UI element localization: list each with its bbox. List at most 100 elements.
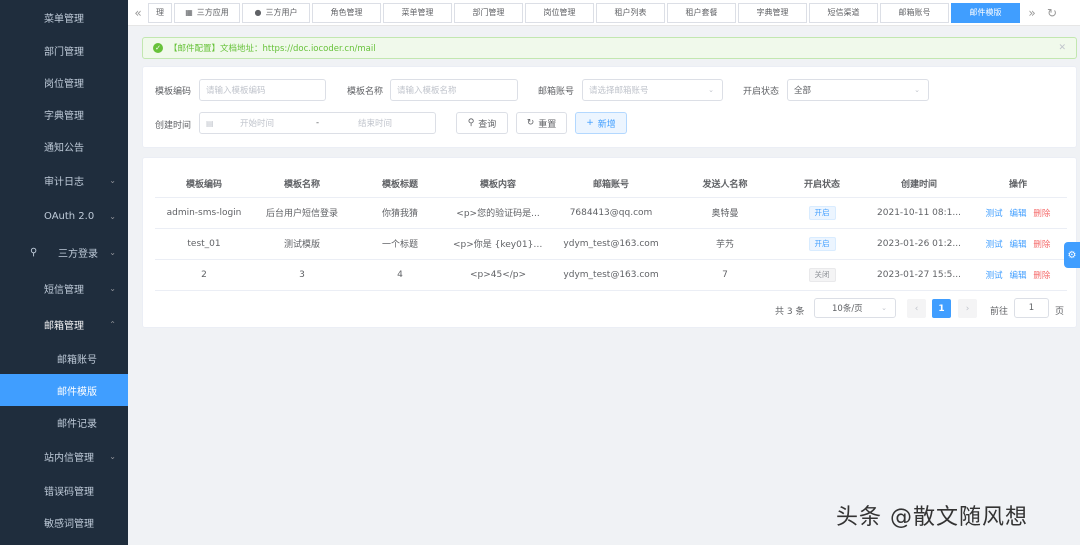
sidebar-item-label: 审计日志 (44, 176, 84, 188)
sidebar-item-label: 岗位管理 (44, 78, 84, 90)
chevron-down-icon: ⌄ (881, 304, 887, 312)
close-icon[interactable]: ✕ (1058, 43, 1066, 53)
tab-item[interactable]: 岗位管理 (525, 2, 594, 23)
delete-link[interactable]: 删除 (1033, 271, 1050, 281)
sidebar-item-mail-account[interactable]: 邮箱账号 (0, 342, 128, 374)
cell-actions: 测试 编辑 删除 (969, 259, 1067, 291)
table-header-row: 模板编码 模板名称 模板标题 模板内容 邮箱账号 发送人名称 开启状态 创建时间… (155, 171, 1067, 198)
tab-label: 菜单管理 (401, 8, 434, 17)
pagination-total: 共 3 条 (775, 307, 805, 317)
sidebar-item-notice[interactable]: 通知公告 (0, 130, 128, 162)
sidebar-item-social-login[interactable]: ⚲ 三方登录 ⌄ (0, 234, 128, 270)
tab-item[interactable]: 租户列表 (596, 2, 665, 23)
cell-create-time: 2021-10-11 08:1... (869, 197, 969, 229)
sidebar-item-sms[interactable]: 短信管理 ⌄ (0, 270, 128, 306)
page-number-current[interactable]: 1 (932, 299, 951, 318)
sidebar-item-error-code[interactable]: 错误码管理 (0, 474, 128, 506)
tab-item[interactable]: 字典管理 (738, 2, 807, 23)
test-link[interactable]: 测试 (986, 240, 1003, 250)
cell-account: ydym_test@163.com (547, 259, 675, 291)
delete-link[interactable]: 删除 (1033, 209, 1050, 219)
tab-item[interactable]: ● 三方用户 (242, 2, 310, 23)
edit-link[interactable]: 编辑 (1009, 240, 1026, 250)
reset-button[interactable]: ↻ 重置 (516, 112, 567, 134)
sidebar-item-mail[interactable]: 邮箱管理 ⌃ (0, 306, 128, 342)
sidebar-item-mail-template[interactable]: 邮件模版 (0, 374, 128, 406)
cell-status: 开启 (775, 228, 869, 260)
sidebar-item-dict[interactable]: 字典管理 (0, 98, 128, 130)
sidebar-item-notify[interactable]: 站内信管理 ⌄ (0, 438, 128, 474)
tab-item[interactable]: 短信渠道 (809, 2, 878, 23)
cell-sender: 芋艿 (675, 228, 775, 260)
account-label: 邮箱账号 (538, 87, 575, 97)
status-select[interactable]: 全部 ⌄ (787, 79, 929, 101)
cell-account: ydym_test@163.com (547, 228, 675, 260)
tab-item[interactable]: 角色管理 (312, 2, 381, 23)
refresh-icon: ↻ (526, 118, 535, 128)
settings-button[interactable]: ⚙ (1064, 242, 1080, 268)
tab-item[interactable]: ▦ 三方应用 (174, 2, 240, 23)
cell-account: 7684413@qq.com (547, 197, 675, 229)
next-page-button[interactable]: › (958, 299, 977, 318)
tab-item[interactable]: 理 (148, 2, 172, 23)
tab-item[interactable]: 邮箱账号 (880, 2, 949, 23)
query-button[interactable]: ⚲ 查询 (456, 112, 508, 134)
sidebar-item-sensitive-word[interactable]: 敏感词管理 (0, 506, 128, 538)
code-input[interactable]: 请输入模板编码 (199, 79, 326, 101)
success-icon: ✓ (153, 43, 163, 53)
tab-item[interactable]: 租户套餐 (667, 2, 736, 23)
sidebar-item-dept[interactable]: 部门管理 (0, 34, 128, 66)
page-size-select[interactable]: 10条/页 ⌄ (814, 298, 896, 318)
tab-label: 邮箱账号 (898, 8, 931, 17)
account-select[interactable]: 请选择邮箱账号 ⌄ (582, 79, 723, 101)
name-input[interactable]: 请输入模板名称 (390, 79, 518, 101)
sidebar-item-label: OAuth 2.0 (44, 210, 95, 222)
sidebar-item-label: 邮件模版 (57, 386, 97, 398)
tab-item[interactable]: 菜单管理 (383, 2, 452, 23)
end-placeholder: 结束时间 (358, 119, 393, 129)
refresh-icon[interactable]: ↻ (1042, 6, 1062, 20)
cell-name: 后台用户短信登录 (253, 197, 351, 229)
tab-item[interactable]: 部门管理 (454, 2, 523, 23)
goto-page-input[interactable]: 1 (1014, 298, 1049, 318)
test-link[interactable]: 测试 (986, 271, 1003, 281)
cell-name: 3 (253, 259, 351, 291)
tab-item-active[interactable]: 邮件模版 (951, 2, 1020, 23)
chevron-down-icon: ⌄ (109, 283, 116, 293)
cell-status: 开启 (775, 197, 869, 229)
chevron-down-icon: ⌄ (708, 86, 714, 94)
sidebar-item-menu[interactable]: 菜单管理 (0, 0, 128, 34)
tab-label: 字典管理 (756, 8, 789, 17)
delete-link[interactable]: 删除 (1033, 240, 1050, 250)
code-placeholder: 请输入模板编码 (206, 86, 266, 96)
sidebar-item-post[interactable]: 岗位管理 (0, 66, 128, 98)
sidebar-item-audit-log[interactable]: 审计日志 ⌄ (0, 162, 128, 198)
start-placeholder: 开始时间 (240, 119, 275, 129)
column-header: 模板编码 (155, 171, 253, 198)
sidebar-item-mail-log[interactable]: 邮件记录 (0, 406, 128, 438)
test-link[interactable]: 测试 (986, 209, 1003, 219)
sidebar-item-label: 通知公告 (44, 142, 84, 154)
chevron-down-icon: ⌄ (109, 211, 116, 221)
plus-icon: + (586, 118, 594, 128)
edit-link[interactable]: 编辑 (1009, 271, 1026, 281)
cell-code: 2 (155, 259, 253, 291)
column-header: 发送人名称 (675, 171, 775, 198)
tab-label: 理 (156, 8, 164, 17)
scroll-right-icon[interactable]: » (1022, 6, 1042, 20)
template-table: 模板编码 模板名称 模板标题 模板内容 邮箱账号 发送人名称 开启状态 创建时间… (155, 171, 1067, 291)
column-header: 模板内容 (449, 171, 547, 198)
code-label: 模板编码 (155, 87, 192, 97)
chevron-down-icon: ⌄ (109, 451, 116, 461)
tab-label: 邮件模版 (969, 8, 1002, 17)
table-row: 2 3 4 <p>45</p> ydym_test@163.com 7 关闭 2… (155, 259, 1067, 291)
scroll-left-icon[interactable]: « (128, 6, 148, 20)
sidebar-item-oauth[interactable]: OAuth 2.0 ⌄ (0, 198, 128, 234)
add-button[interactable]: + 新增 (575, 112, 627, 134)
prev-page-button[interactable]: ‹ (907, 299, 926, 318)
name-placeholder: 请输入模板名称 (397, 86, 457, 96)
date-range-picker[interactable]: ▤ 开始时间 - 结束时间 (199, 112, 436, 134)
sidebar-item-label: 邮件记录 (57, 418, 97, 430)
column-header: 操作 (969, 171, 1067, 198)
edit-link[interactable]: 编辑 (1009, 209, 1026, 219)
